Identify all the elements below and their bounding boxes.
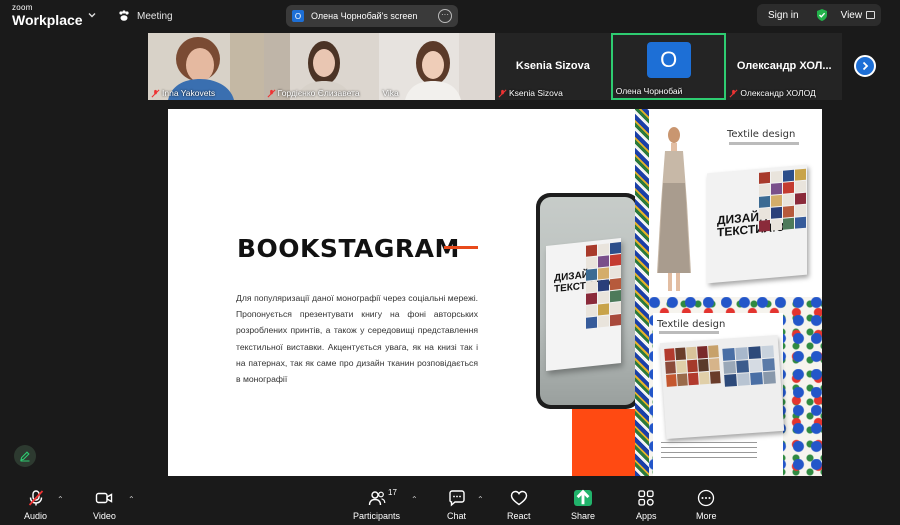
participant-name: Олександр ХОЛОД (729, 88, 816, 98)
sharer-avatar: О (292, 10, 304, 22)
heart-icon (510, 490, 527, 506)
meeting-menu[interactable]: Meeting (117, 9, 173, 23)
slide-body-text: Для популяризації даної монографії через… (236, 293, 478, 385)
chat-button[interactable]: Chat (447, 489, 466, 521)
participant-tile[interactable]: Vika (379, 33, 496, 100)
panel-subtitle (729, 142, 799, 145)
participant-name: Олена Чорнобай (615, 86, 683, 96)
phone-mockup: ДИЗАЙН ТЕКСТИЛЮ (536, 193, 640, 409)
participant-name: Vika (382, 88, 399, 98)
grid-icon (866, 11, 876, 19)
accent-block (572, 409, 636, 476)
panel-subtitle (659, 331, 719, 334)
open-book-photo (659, 335, 785, 439)
view-button[interactable]: View (841, 10, 876, 21)
book-cover: ДИЗАЙН ТЕКСТИЛЮ (546, 238, 621, 371)
chat-bubble-icon (448, 490, 465, 507)
top-bar: zoom Workplace Meeting О Олена Чорнобай'… (0, 0, 900, 32)
share-screen-icon (574, 489, 593, 506)
participants-label: Participants (353, 511, 401, 521)
mic-off-icon (498, 89, 507, 97)
participant-tile[interactable]: Ksenia Sizova Ksenia Sizova (495, 33, 611, 100)
chevron-down-icon[interactable] (87, 10, 97, 20)
zoom-logo[interactable]: zoom Workplace (12, 3, 83, 28)
react-button[interactable]: React (507, 489, 531, 521)
mic-off-icon (729, 89, 738, 97)
book-pages-pattern (722, 345, 776, 387)
avatar: О (646, 42, 691, 78)
sign-in-button[interactable]: Sign in (768, 10, 799, 21)
participant-name: Ksenia Sizova (498, 88, 563, 98)
brand-name: Workplace (12, 12, 83, 28)
participants-options-caret-icon[interactable]: ⌃ (411, 495, 418, 504)
book-pattern (759, 168, 806, 232)
participant-tile[interactable]: Олександр ХОЛ... Олександр ХОЛОД (726, 33, 843, 100)
participant-strip: Inna Yakovets Гордієнко Єлизавета Vika K… (148, 33, 843, 100)
more-dots-icon (698, 489, 715, 507)
audio-label: Audio (24, 511, 48, 521)
more-button[interactable]: More (696, 489, 717, 521)
chat-options-caret-icon[interactable]: ⌃ (477, 495, 484, 504)
view-label: View (840, 9, 863, 21)
video-options-caret-icon[interactable]: ⌃ (128, 495, 135, 504)
more-label: More (696, 511, 717, 521)
mic-off-icon (151, 89, 160, 97)
participants-count: 17 (388, 488, 397, 497)
phone-screen: ДИЗАЙН ТЕКСТИЛЮ (540, 197, 636, 405)
audio-button[interactable]: Audio (24, 489, 47, 521)
screen-share-indicator[interactable]: О Олена Чорнобай's screen ··· (286, 5, 458, 27)
apps-label: Apps (636, 511, 657, 521)
participant-tile[interactable]: Гордієнко Єлизавета (263, 33, 380, 100)
participants-icon (368, 491, 385, 506)
next-page-arrow-icon[interactable] (854, 55, 876, 77)
panel-caption (661, 442, 757, 462)
chat-label: Chat (447, 511, 467, 521)
panel-title: Textile design (727, 129, 796, 140)
screen-share-label: Олена Чорнобай's screen (311, 11, 418, 21)
video-label: Video (93, 511, 116, 521)
participant-display-name: Ksenia Sizova (515, 60, 590, 72)
apps-icon (638, 490, 654, 506)
apps-button[interactable]: Apps (636, 489, 657, 521)
textile-panel-bottom: Textile design (649, 297, 822, 476)
textile-panel-top: Textile design ДИЗАЙН ТЕКСТИЛЮ (649, 109, 822, 297)
audio-options-caret-icon[interactable]: ⌃ (57, 495, 64, 504)
share-button[interactable]: Share (571, 489, 595, 521)
book-pages-pattern (664, 345, 721, 387)
floral-pattern-strip (635, 109, 649, 476)
shared-screen-slide: BOOKSTAGRAM Для популяризації даної моно… (168, 109, 822, 476)
brand-small: zoom (12, 3, 33, 12)
top-right-controls: Sign in View (757, 4, 881, 26)
meeting-toolbar: Audio ⌃ Video ⌃ Participants 17 ⌃ Chat ⌃… (0, 485, 900, 525)
pen-icon (20, 451, 30, 462)
participant-tile-active-speaker[interactable]: О Олена Чорнобай (610, 33, 727, 100)
title-accent-line (444, 246, 478, 249)
video-button[interactable]: Video (93, 489, 116, 521)
model-photo (657, 127, 691, 291)
shield-check-icon[interactable] (815, 8, 829, 22)
video-camera-icon (96, 492, 113, 504)
annotate-pen-button[interactable] (14, 445, 36, 467)
participant-name: Гордієнко Єлизавета (267, 88, 360, 98)
react-label: React (507, 511, 531, 521)
mic-off-icon (267, 89, 276, 97)
book-cover-large: ДИЗАЙН ТЕКСТИЛЮ (707, 164, 807, 284)
participant-display-name: Олександр ХОЛ... (736, 60, 832, 72)
slide-title: BOOKSTAGRAM (237, 234, 460, 263)
participant-tile[interactable]: Inna Yakovets (148, 33, 264, 100)
paw-icon (119, 10, 129, 21)
panel-title: Textile design (657, 319, 726, 330)
more-dots-icon[interactable]: ··· (438, 9, 452, 23)
book-pattern (586, 242, 621, 329)
mic-muted-icon (28, 490, 43, 506)
meeting-label: Meeting (137, 10, 173, 22)
participant-name: Inna Yakovets (151, 88, 215, 98)
share-label: Share (571, 511, 596, 521)
